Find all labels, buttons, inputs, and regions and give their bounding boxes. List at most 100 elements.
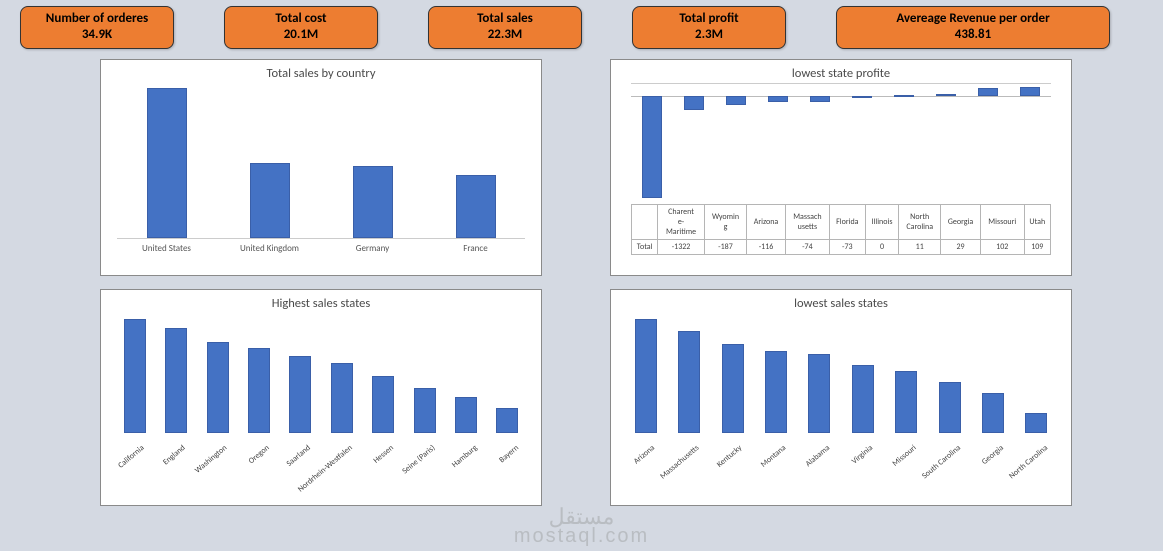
table-cell: -187 (704, 240, 746, 255)
bar (204, 342, 231, 433)
axis-labels: United StatesUnited KingdomGermanyFrance (117, 239, 525, 254)
axis-label: Kentucky (715, 443, 744, 470)
axis-label: Bayern (497, 443, 521, 465)
table-header: Wyoming (704, 205, 746, 240)
bar (642, 96, 662, 198)
table-header: Charente-Maritime (658, 205, 705, 240)
profit-data-table: Charente-MaritimeWyomingArizonaMassachus… (631, 204, 1051, 255)
axis-label: Hamburg (450, 443, 479, 470)
bar (726, 96, 746, 105)
kpi-label: Total profit (649, 11, 769, 26)
table-header: Georgia (941, 205, 981, 240)
bar (936, 94, 956, 96)
bar (341, 166, 404, 238)
chart-highest-sales-states: Highest sales states CaliforniaEnglandWa… (100, 289, 542, 506)
axis-label: Massachusetts (658, 443, 701, 481)
axis-label: Alabama (803, 443, 831, 469)
bar (1020, 87, 1040, 95)
bar (135, 88, 198, 238)
chart-lowest-sales-states: lowest sales states ArizonaMassachusetts… (610, 289, 1072, 506)
bar (768, 96, 788, 102)
bar (238, 163, 301, 238)
bar (245, 348, 272, 434)
chart-title: lowest sales states (611, 296, 1071, 311)
kpi-row: Number of orderes 34.9K Total cost 20.1M… (0, 0, 1163, 49)
watermark: مستقل mostaql.com (514, 507, 649, 545)
kpi-card-orders: Number of orderes 34.9K (20, 6, 174, 49)
table-header: NorthCarolina (899, 205, 941, 240)
axis-label: Saarland (285, 443, 313, 469)
bar (494, 408, 521, 433)
bar (121, 319, 148, 433)
watermark-ar: مستقل (514, 507, 649, 527)
table-row-label: Total (632, 240, 658, 255)
axis-label: Seine (Paris) (400, 443, 437, 476)
plot-area (631, 83, 1051, 204)
table-header: Arizona (747, 205, 786, 240)
table-header: Illinois (865, 205, 899, 240)
kpi-value: 20.1M (241, 28, 361, 42)
axis-label: Virginia (850, 443, 875, 466)
bar (287, 356, 314, 434)
bar (328, 363, 355, 434)
axis-label: Oregon (246, 443, 271, 466)
chart-title: lowest state profite (611, 66, 1071, 81)
axis-labels: CaliforniaEnglandWashingtonOregonSaarlan… (113, 437, 529, 497)
kpi-card-profit: Total profit 2.3M (632, 6, 786, 49)
axis-label: California (116, 443, 146, 471)
bar (162, 328, 189, 433)
axis-label: South Carolina (920, 443, 963, 481)
axis-label: Georgia (980, 443, 1006, 467)
bar (848, 365, 877, 433)
kpi-value: 2.3M (649, 28, 769, 42)
kpi-label: Total sales (445, 11, 565, 26)
bar (411, 388, 438, 434)
chart-lowest-state-profit: lowest state profite Charente-MaritimeWy… (610, 59, 1072, 276)
bar (1022, 413, 1051, 434)
table-cell: 11 (899, 240, 941, 255)
bar (894, 95, 914, 97)
chart-title: Highest sales states (101, 296, 541, 311)
bar (631, 319, 660, 433)
axis-label: Arizona (632, 443, 657, 466)
bar (444, 175, 507, 238)
bar (761, 351, 790, 433)
axis-label: Montana (759, 443, 788, 470)
table-header: Florida (829, 205, 865, 240)
table-cell: -1322 (658, 240, 705, 255)
table-header: Missouri (980, 205, 1024, 240)
axis-label: Missouri (891, 443, 919, 469)
plot-area (113, 313, 529, 433)
chart-sales-by-country: Total sales by country United States Unit… (100, 59, 542, 276)
table-cell: -74 (785, 240, 829, 255)
bar (891, 371, 920, 434)
table-header: Massachusetts (785, 205, 829, 240)
kpi-label: Number of orderes (37, 11, 157, 26)
table-cell: 0 (865, 240, 899, 255)
bar (674, 331, 703, 434)
axis-label: Hessen (371, 443, 395, 466)
table-header: Utah (1024, 205, 1050, 240)
bar (978, 393, 1007, 433)
axis-label: Germany (341, 243, 404, 254)
axis-label: United Kingdom (238, 243, 301, 254)
bar (805, 354, 834, 434)
kpi-label: Total cost (241, 11, 361, 26)
table-cell: 102 (980, 240, 1024, 255)
chart-title: Total sales by country (101, 66, 541, 81)
table-cell: 109 (1024, 240, 1050, 255)
table-cell: -73 (829, 240, 865, 255)
axis-label: United States (135, 243, 198, 254)
axis-label: England (162, 443, 188, 467)
watermark-lat: mostaql.com (514, 527, 649, 545)
kpi-card-avgrev: Avereage Revenue per order 438.81 (836, 6, 1110, 49)
bar (810, 96, 830, 102)
bar (935, 382, 964, 433)
bar (718, 344, 747, 433)
kpi-card-cost: Total cost 20.1M (224, 6, 378, 49)
plot-area (623, 313, 1059, 433)
bar (684, 96, 704, 110)
axis-label: North Carolina (1007, 443, 1050, 481)
kpi-label: Avereage Revenue per order (853, 11, 1093, 26)
table-cell: -116 (747, 240, 786, 255)
